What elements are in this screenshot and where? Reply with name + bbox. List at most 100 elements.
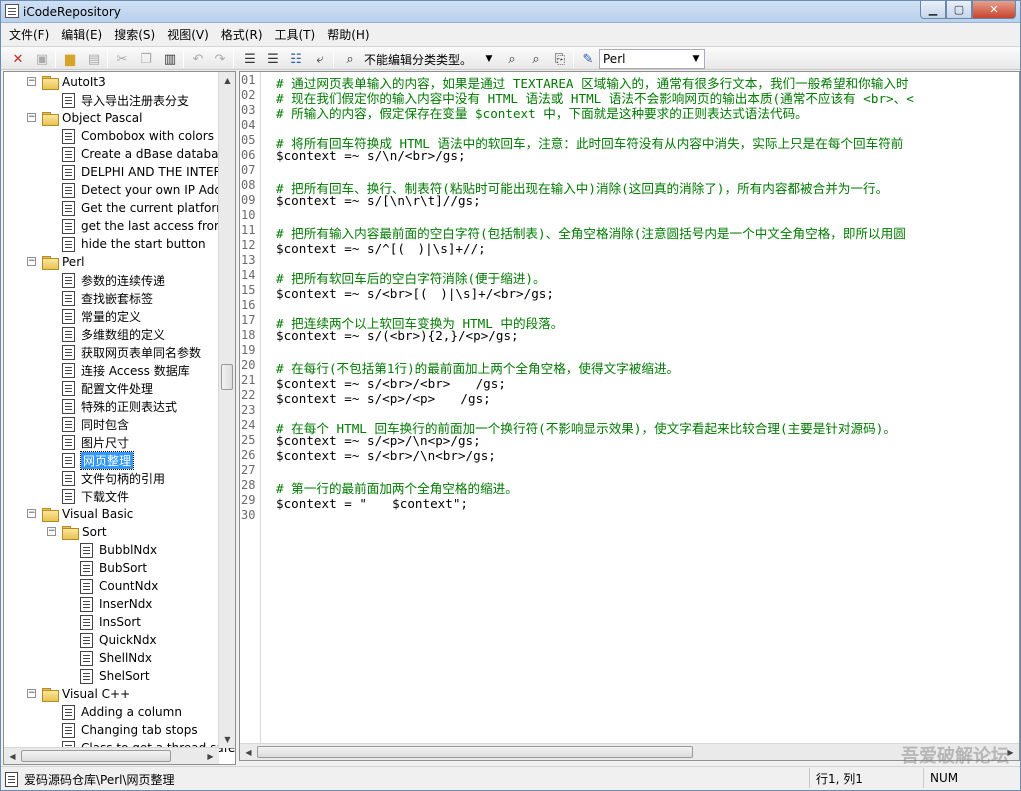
delete-icon[interactable]: ✕ — [9, 50, 27, 68]
code-editor[interactable]: 01 02 03 04 05 06 07 08 09 10 11 12 13 14 15 16 17 18 19 20… — [239, 71, 1020, 761]
collapse-toggle-icon[interactable]: − — [27, 689, 36, 698]
tree-folder[interactable]: − Visual Basic — [27, 505, 133, 523]
code-line[interactable]: $context =~ s/(<br>){2,}/<p>/gs; — [276, 328, 519, 343]
find-icon[interactable]: ⌕ — [341, 50, 359, 68]
tree-item[interactable]: 网页整理 — [62, 450, 135, 470]
tree-item[interactable]: Get the current platform — [62, 199, 228, 217]
redo-icon[interactable]: ↷ — [211, 50, 229, 68]
tree-item[interactable]: hide the start button — [62, 235, 206, 253]
find-prev-icon[interactable]: ⌕ — [527, 50, 545, 68]
menu-help[interactable]: 帮助(H) — [321, 26, 375, 43]
tree-item-label: Object Pascal — [62, 111, 143, 125]
scroll-thumb[interactable] — [21, 750, 171, 762]
tree-item[interactable]: Detect your own IP Addre — [62, 181, 234, 199]
tree-item[interactable]: BubSort — [80, 559, 147, 577]
tree-item[interactable]: ShelSort — [80, 667, 150, 685]
tree-vertical-scrollbar[interactable]: ▲ ▼ — [218, 72, 235, 748]
maximize-button[interactable]: ▢ — [946, 1, 972, 19]
scroll-left-icon[interactable]: ◀ — [4, 748, 21, 764]
tree-item[interactable]: QuickNdx — [80, 631, 157, 649]
code-line[interactable]: $context =~ s/<br>/\n<br>/gs; — [276, 448, 496, 463]
tree-item[interactable]: CountNdx — [80, 577, 158, 595]
category-tree[interactable]: − AutoIt3 导入导出注册表分支 − Object Pascal Combobox … — [3, 71, 236, 765]
language-combo[interactable]: Perl ▼ — [599, 49, 705, 69]
tree-item[interactable]: BubblNdx — [80, 541, 157, 559]
copy-icon[interactable]: ❐ — [137, 50, 155, 68]
indent-icon[interactable]: ☰ — [241, 50, 259, 68]
tree-folder[interactable]: − Object Pascal — [27, 109, 143, 127]
open-folder-icon[interactable]: ▆ — [61, 50, 79, 68]
tree-item[interactable]: InserNdx — [80, 595, 152, 613]
tree-folder[interactable]: − Visual C++ — [27, 685, 130, 703]
code-line[interactable]: $context = " $context"; — [276, 493, 468, 512]
undo-icon[interactable]: ↶ — [189, 50, 207, 68]
tree-item[interactable]: 查找嵌套标签 — [62, 289, 153, 307]
close-button[interactable]: ✕ — [972, 1, 1016, 19]
code-line[interactable]: $context =~ s/<p>/<p> /gs; — [276, 388, 491, 407]
tree-folder[interactable]: − Sort — [47, 523, 107, 541]
scroll-down-icon[interactable]: ▼ — [219, 731, 235, 748]
code-line[interactable]: $context =~ s/<br>[( )|\s]+/<br>/gs; — [276, 283, 554, 302]
scroll-right-icon[interactable]: ▶ — [202, 748, 219, 764]
document-icon — [62, 92, 75, 108]
tree-folder[interactable]: − AutoIt3 — [27, 73, 106, 91]
menu-edit[interactable]: 编辑(E) — [55, 26, 108, 43]
replace-icon[interactable]: ⎘ — [551, 50, 569, 68]
menu-search[interactable]: 搜索(S) — [108, 26, 161, 43]
tree-horizontal-scrollbar[interactable]: ◀ ▶ — [4, 747, 219, 764]
title-bar[interactable]: iCodeRepository ▁ ▢ ✕ — [1, 1, 1020, 23]
code-comment-line[interactable]: # 所输入的内容，假定保存在变量 $context 中，下面就是这种要求的正则表… — [276, 103, 808, 122]
tree-item[interactable]: get the last access from a — [62, 217, 235, 235]
collapse-toggle-icon[interactable]: − — [27, 509, 36, 518]
cut-icon[interactable]: ✂ — [113, 50, 131, 68]
tree-item[interactable]: 常量的定义 — [62, 307, 141, 325]
menu-format[interactable]: 格式(R) — [215, 26, 269, 43]
save-icon[interactable]: ▣ — [33, 50, 51, 68]
new-document-icon[interactable]: ▤ — [85, 50, 103, 68]
scroll-thumb[interactable] — [257, 746, 693, 758]
resize-grip-icon[interactable] — [1006, 776, 1018, 788]
code-line[interactable]: $context =~ s/[\n\r\t]//gs; — [276, 193, 481, 208]
tree-item[interactable]: 下载文件 — [62, 487, 129, 505]
folder-icon — [42, 75, 59, 90]
tree-item[interactable]: 同时包含 — [62, 415, 129, 433]
tree-item[interactable]: 文件句柄的引用 — [62, 469, 165, 487]
tree-item[interactable]: DELPHI AND THE INTERN — [62, 163, 231, 181]
tree-item[interactable]: Combobox with colors — [62, 127, 214, 145]
collapse-toggle-icon[interactable]: − — [27, 113, 36, 122]
comment-icon[interactable]: ☷ — [287, 50, 305, 68]
menu-tools[interactable]: 工具(T) — [269, 26, 322, 43]
tree-item[interactable]: Changing tab stops — [62, 721, 198, 739]
collapse-toggle-icon[interactable]: − — [27, 257, 36, 266]
outdent-icon[interactable]: ☰ — [264, 50, 282, 68]
tree-item[interactable]: InsSort — [80, 613, 141, 631]
code-line[interactable]: $context =~ s/^[( )|\s]+//; — [276, 238, 486, 257]
collapse-toggle-icon[interactable]: − — [27, 77, 36, 86]
scroll-up-icon[interactable]: ▲ — [219, 72, 235, 89]
scroll-thumb[interactable] — [221, 364, 233, 390]
line-number: 22 — [241, 388, 256, 402]
minimize-button[interactable]: ▁ — [920, 1, 946, 19]
code-line[interactable]: $context =~ s/<p>/\n<p>/gs; — [276, 433, 481, 448]
tree-item[interactable]: ShellNdx — [80, 649, 152, 667]
tree-item[interactable]: 获取网页表单同名参数 — [62, 343, 201, 361]
wrap-icon[interactable]: ⤶ — [311, 50, 329, 68]
collapse-toggle-icon[interactable]: − — [47, 527, 56, 536]
menu-view[interactable]: 视图(V) — [161, 26, 215, 43]
tree-item[interactable]: 配置文件处理 — [62, 379, 153, 397]
paste-icon[interactable]: ▥ — [161, 50, 179, 68]
tree-item[interactable]: 多维数组的定义 — [62, 325, 165, 343]
tree-item[interactable]: Adding a column — [62, 703, 182, 721]
tree-item[interactable]: 导入导出注册表分支 — [62, 91, 189, 109]
scroll-left-icon[interactable]: ◀ — [240, 744, 257, 760]
menu-file[interactable]: 文件(F) — [3, 26, 55, 43]
tree-folder[interactable]: − Perl — [27, 253, 84, 271]
tree-item[interactable]: 特殊的正则表达式 — [62, 397, 177, 415]
tree-item[interactable]: 连接 Access 数据库 — [62, 361, 190, 379]
tree-item[interactable]: 图片尺寸 — [62, 433, 129, 451]
code-line[interactable]: $context =~ s/\n/<br>/gs; — [276, 148, 466, 163]
tree-item[interactable]: 参数的连续传递 — [62, 271, 165, 289]
find-next-icon[interactable]: ⌕ — [503, 50, 521, 68]
tree-item[interactable]: Create a dBase database a — [62, 145, 235, 163]
category-combo[interactable]: 不能编辑分类类型。 ▼ — [361, 49, 497, 69]
